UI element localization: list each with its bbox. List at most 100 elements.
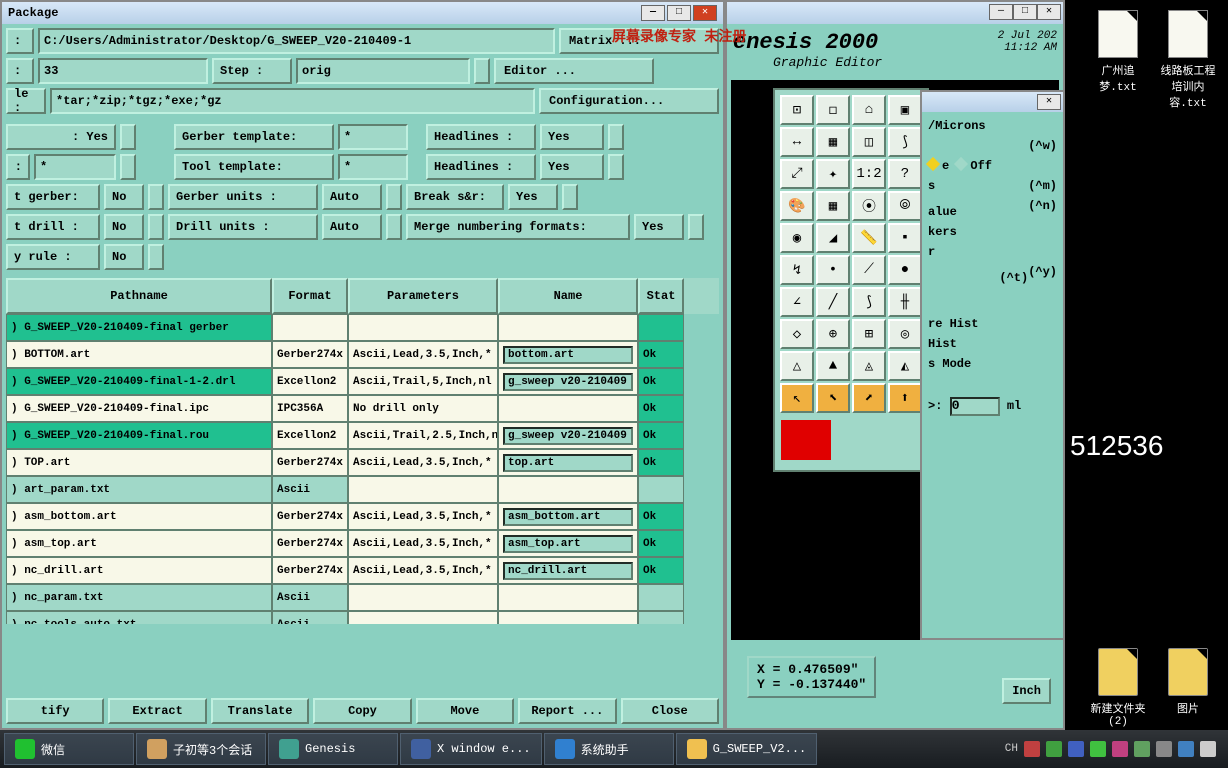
tool-icon[interactable]: ▪ (888, 223, 922, 253)
language-indicator[interactable]: CH (1005, 743, 1018, 755)
taskbar-item[interactable]: G_SWEEP_V2... (676, 733, 818, 765)
tool-icon[interactable]: ● (888, 255, 922, 285)
tool-icon[interactable]: ╱ (816, 287, 850, 317)
tool-icon[interactable]: ⟆ (852, 287, 886, 317)
tool-icon[interactable]: ⤢ (780, 159, 814, 189)
step-field[interactable]: orig (296, 58, 470, 84)
tool-icon[interactable]: ✦ (816, 159, 850, 189)
step-dropdown[interactable] (474, 58, 490, 84)
tray-icon[interactable] (1156, 741, 1172, 757)
maximize-button[interactable]: □ (1013, 4, 1037, 20)
opt2-dropdown[interactable] (120, 154, 136, 180)
gerber-dropdown[interactable] (148, 184, 164, 210)
tool-icon[interactable]: ⬈ (852, 383, 886, 413)
headlines1-dropdown[interactable] (608, 124, 624, 150)
desktop-file-icon[interactable]: 线路板工程培训内容.txt (1156, 10, 1220, 110)
dunits-dropdown[interactable] (386, 214, 402, 240)
inch-button[interactable]: Inch (1002, 678, 1051, 704)
col-pathname[interactable]: Pathname (6, 278, 272, 314)
tool-icon[interactable]: ↔ (780, 127, 814, 157)
gerber-tpl-field[interactable]: * (338, 124, 408, 150)
translate-button[interactable]: Translate (211, 698, 309, 724)
desktop-file-icon[interactable]: 广州追梦.txt (1086, 10, 1150, 94)
taskbar-item[interactable]: 子初等3个会话 (136, 733, 266, 765)
tool-icon[interactable]: ⊞ (852, 319, 886, 349)
desktop-folder-icon[interactable]: 图片 (1156, 648, 1220, 716)
opt1-dropdown[interactable] (120, 124, 136, 150)
tool-icon[interactable]: ◇ (780, 319, 814, 349)
tool-icon[interactable]: ⌂ (852, 95, 886, 125)
tray-icon[interactable] (1200, 741, 1216, 757)
editor-button[interactable]: Editor ... (494, 58, 654, 84)
tool-icon[interactable]: ╫ (888, 287, 922, 317)
close-button[interactable]: ✕ (1037, 94, 1061, 110)
maximize-button[interactable]: □ (667, 5, 691, 21)
table-row[interactable]: ) G_SWEEP_V20-210409-final-1-2.drl Excel… (6, 368, 719, 395)
move-button[interactable]: Move (416, 698, 514, 724)
system-tray[interactable]: CH (1005, 741, 1224, 757)
headlines1-val[interactable]: Yes (540, 124, 604, 150)
tool-icon[interactable]: ◢ (816, 223, 850, 253)
window-titlebar[interactable]: Package — □ ✕ (2, 2, 723, 24)
headlines2-val[interactable]: Yes (540, 154, 604, 180)
tray-icon[interactable] (1112, 741, 1128, 757)
config-button[interactable]: Configuration... (539, 88, 719, 114)
tool-icon[interactable]: ∠ (780, 287, 814, 317)
gunits-dropdown[interactable] (386, 184, 402, 210)
copy-button[interactable]: Copy (313, 698, 411, 724)
tool-icon[interactable]: ⟆ (888, 127, 922, 157)
tool-icon[interactable]: ◻ (816, 95, 850, 125)
taskbar-item[interactable]: Genesis (268, 733, 398, 765)
tray-icon[interactable] (1024, 741, 1040, 757)
table-row[interactable]: ) asm_top.art Gerber274x Ascii,Lead,3.5,… (6, 530, 719, 557)
gunits-val[interactable]: Auto (322, 184, 382, 210)
tool-icon[interactable]: ⬉ (816, 383, 850, 413)
table-row[interactable]: ) TOP.art Gerber274x Ascii,Lead,3.5,Inch… (6, 449, 719, 476)
taskbar-item[interactable]: X window e... (400, 733, 542, 765)
tool-icon[interactable]: ↯ (780, 255, 814, 285)
table-row[interactable]: ) BOTTOM.art Gerber274x Ascii,Lead,3.5,I… (6, 341, 719, 368)
break-val[interactable]: Yes (508, 184, 558, 210)
merge-val[interactable]: Yes (634, 214, 684, 240)
drill-val[interactable]: No (104, 214, 144, 240)
gerber-val[interactable]: No (104, 184, 144, 210)
tray-icon[interactable] (1068, 741, 1084, 757)
tify-button[interactable]: tify (6, 698, 104, 724)
color-swatch[interactable] (781, 420, 831, 460)
tool-icon[interactable]: ↖ (780, 383, 814, 413)
tool-icon[interactable]: ◉ (780, 223, 814, 253)
tool-icon[interactable]: ⊡ (780, 95, 814, 125)
tool-icon[interactable]: ▣ (888, 95, 922, 125)
minimize-button[interactable]: — (989, 4, 1013, 20)
tray-icon[interactable] (1134, 741, 1150, 757)
genesis-titlebar[interactable]: — □ ✕ (727, 2, 1063, 24)
job-field[interactable]: 33 (38, 58, 208, 84)
tool-icon[interactable]: 📏 (852, 223, 886, 253)
col-name[interactable]: Name (498, 278, 638, 314)
filter-field[interactable]: *tar;*zip;*tgz;*exe;*gz (50, 88, 535, 114)
value-input[interactable] (950, 397, 1000, 416)
tool-icon[interactable]: ⦾ (888, 191, 922, 221)
table-row[interactable]: ) G_SWEEP_V20-210409-final.ipc IPC356A N… (6, 395, 719, 422)
tool-icon[interactable]: △ (780, 351, 814, 381)
taskbar-item[interactable]: 微信 (4, 733, 134, 765)
tool-icon[interactable]: ⟋ (852, 255, 886, 285)
tool-icon[interactable]: • (816, 255, 850, 285)
extract-button[interactable]: Extract (108, 698, 206, 724)
tool-icon[interactable]: ? (888, 159, 922, 189)
tool-icon[interactable]: ▲ (816, 351, 850, 381)
col-parameters[interactable]: Parameters (348, 278, 498, 314)
rule-dropdown[interactable] (148, 244, 164, 270)
merge-dropdown[interactable] (688, 214, 704, 240)
table-row[interactable]: ) G_SWEEP_V20-210409-final.rou Excellon2… (6, 422, 719, 449)
tool-tpl-field[interactable]: * (338, 154, 408, 180)
tool-icon[interactable]: ⬆ (888, 383, 922, 413)
drill-dropdown[interactable] (148, 214, 164, 240)
table-row[interactable]: ) nc_tools_auto.txt Ascii (6, 611, 719, 624)
tool-icon[interactable]: 🎨 (780, 191, 814, 221)
col-format[interactable]: Format (272, 278, 348, 314)
table-row[interactable]: ) G_SWEEP_V20-210409-final gerber (6, 314, 719, 341)
tool-icon[interactable]: 1:2 (852, 159, 886, 189)
minimize-button[interactable]: — (641, 5, 665, 21)
opt2-field[interactable]: * (34, 154, 116, 180)
